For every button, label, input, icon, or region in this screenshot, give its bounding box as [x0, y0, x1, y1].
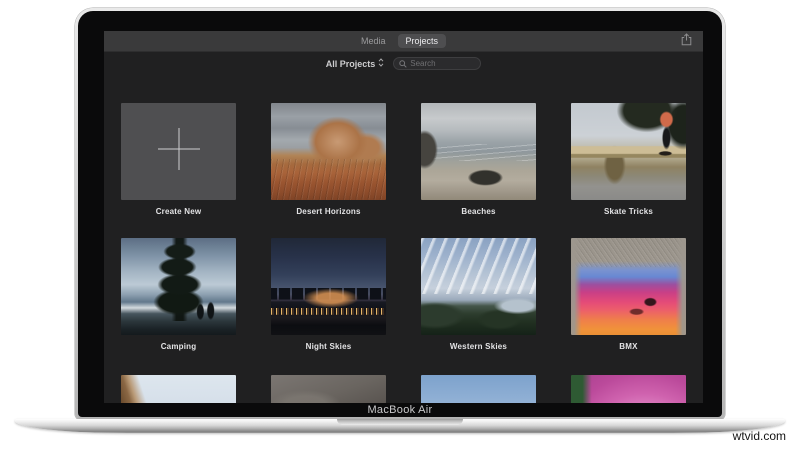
- projects-row-3: [121, 375, 686, 403]
- tab-media[interactable]: Media: [361, 36, 386, 46]
- projects-filter-dropdown[interactable]: All Projects: [326, 58, 385, 69]
- project-thumbnail[interactable]: [571, 375, 686, 403]
- project-thumbnail[interactable]: [121, 238, 236, 335]
- projects-row-2: Camping Night Skies Western Skies BMX: [121, 238, 686, 351]
- macbook-frame: Media Projects: [75, 8, 725, 420]
- search-input[interactable]: [410, 59, 475, 68]
- project-thumbnail[interactable]: [271, 103, 386, 200]
- tab-projects[interactable]: Projects: [398, 34, 447, 48]
- project-thumbnail[interactable]: [271, 375, 386, 403]
- share-button[interactable]: [680, 35, 693, 48]
- project-thumbnail[interactable]: [271, 238, 386, 335]
- search-field[interactable]: [393, 57, 481, 70]
- project-title: Desert Horizons: [271, 207, 386, 216]
- search-icon: [399, 55, 407, 73]
- share-icon: [681, 33, 692, 51]
- project-tile[interactable]: Skate Tricks: [571, 103, 686, 216]
- project-thumbnail[interactable]: [421, 103, 536, 200]
- project-title: Create New: [121, 207, 236, 216]
- project-title: BMX: [571, 342, 686, 351]
- filter-dropdown-label: All Projects: [326, 59, 376, 69]
- project-thumbnail[interactable]: [421, 238, 536, 335]
- projects-row-1: Create New Desert Horizons Beaches Skate…: [121, 103, 686, 216]
- toolbar: Media Projects: [104, 31, 703, 52]
- project-title: Night Skies: [271, 342, 386, 351]
- device-label: MacBook Air: [78, 404, 722, 416]
- project-title: Beaches: [421, 207, 536, 216]
- filter-bar: All Projects: [104, 57, 703, 70]
- laptop-lid-notch: [337, 419, 463, 425]
- project-tile[interactable]: Western Skies: [421, 238, 536, 351]
- project-tile[interactable]: Desert Horizons: [271, 103, 386, 216]
- project-tile[interactable]: [271, 375, 386, 403]
- create-new-tile[interactable]: Create New: [121, 103, 236, 216]
- project-tile[interactable]: Night Skies: [271, 238, 386, 351]
- popup-updown-icon: [378, 58, 384, 69]
- project-thumbnail[interactable]: [571, 238, 686, 335]
- watermark: wtvid.com: [733, 429, 786, 443]
- page: Media Projects: [0, 0, 800, 450]
- project-tile[interactable]: [421, 375, 536, 403]
- project-tile[interactable]: [571, 375, 686, 403]
- imovie-window: Media Projects: [104, 31, 703, 403]
- project-title: Western Skies: [421, 342, 536, 351]
- project-thumbnail[interactable]: [121, 375, 236, 403]
- project-tile[interactable]: [121, 375, 236, 403]
- project-thumbnail[interactable]: [571, 103, 686, 200]
- screen-bezel: Media Projects: [78, 11, 722, 417]
- project-tile[interactable]: BMX: [571, 238, 686, 351]
- project-title: Skate Tricks: [571, 207, 686, 216]
- project-tile[interactable]: Beaches: [421, 103, 536, 216]
- create-new-thumbnail[interactable]: [121, 103, 236, 200]
- project-thumbnail[interactable]: [421, 375, 536, 403]
- plus-icon: [155, 125, 203, 178]
- view-tabs: Media Projects: [361, 34, 446, 48]
- project-tile[interactable]: Camping: [121, 238, 236, 351]
- project-title: Camping: [121, 342, 236, 351]
